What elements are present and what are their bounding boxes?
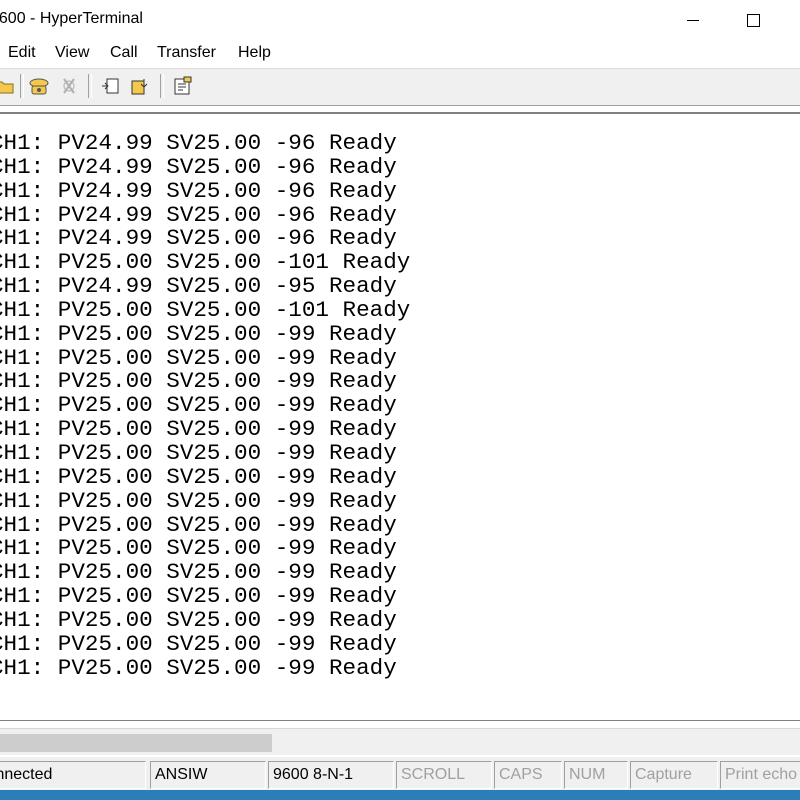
phone-connect-icon[interactable] <box>28 75 50 97</box>
maximize-icon <box>746 13 760 27</box>
terminal-line: CH1: PV25.00 SV25.00 -99 Ready <box>0 344 397 371</box>
status-caps: CAPS <box>494 761 562 789</box>
status-capture: Capture <box>630 761 718 789</box>
disconnect-icon[interactable] <box>58 75 80 97</box>
receive-icon[interactable] <box>130 75 152 97</box>
status-emulation: ANSIW <box>150 761 266 789</box>
status-port-settings: 9600 8-N-1 <box>268 761 394 789</box>
terminal-line: CH1: PV25.00 SV25.00 -99 Ready <box>0 320 397 347</box>
send-icon[interactable] <box>100 75 122 97</box>
menu-help[interactable]: Help <box>238 44 271 62</box>
terminal-line: CH1: PV25.00 SV25.00 -99 Ready <box>0 439 397 466</box>
terminal-line: CH1: PV25.00 SV25.00 -99 Ready <box>0 392 397 419</box>
terminal-line: CH1: PV24.99 SV25.00 -95 Ready <box>0 273 397 300</box>
terminal-line: CH1: PV25.00 SV25.00 -99 Ready <box>0 630 397 657</box>
terminal-line: CH1: PV25.00 SV25.00 -99 Ready <box>0 583 397 610</box>
terminal-line: CH1: PV25.00 SV25.00 -101 Ready <box>0 296 411 323</box>
scrollbar-thumb[interactable] <box>0 734 272 752</box>
terminal-line: CH1: PV25.00 SV25.00 -99 Ready <box>0 559 397 586</box>
status-print-echo: Print echo <box>720 761 800 789</box>
terminal-line: CH1: PV24.99 SV25.00 -96 Ready <box>0 201 397 228</box>
properties-icon[interactable] <box>172 75 194 97</box>
terminal-line: CH1: PV25.00 SV25.00 -99 Ready <box>0 416 397 443</box>
terminal-line: CH1: PV25.00 SV25.00 -99 Ready <box>0 463 397 490</box>
menu-transfer[interactable]: Transfer <box>157 44 216 62</box>
terminal-output: CH1: PV24.99 SV25.00 -96 Ready CH1: PV24.… <box>0 130 411 681</box>
status-scroll: SCROLL <box>396 761 492 789</box>
terminal-line: CH1: PV24.99 SV25.00 -96 Ready <box>0 153 397 180</box>
terminal-line: CH1: PV25.00 SV25.00 -99 Ready <box>0 368 397 395</box>
minimize-button[interactable] <box>664 0 722 40</box>
minimize-icon <box>687 19 699 21</box>
status-bar: Connected ANSIW 9600 8-N-1 SCROLL CAPS N… <box>0 756 800 791</box>
menu-bar: Edit View Call Transfer Help <box>0 42 800 68</box>
terminal-line: CH1: PV25.00 SV25.00 -99 Ready <box>0 511 397 538</box>
terminal-line: CH1: PV24.99 SV25.00 -96 Ready <box>0 130 397 156</box>
terminal-line: CH1: PV24.99 SV25.00 -96 Ready <box>0 225 397 252</box>
terminal-line: CH1: PV25.00 SV25.00 -99 Ready <box>0 606 397 633</box>
status-connection: Connected <box>0 761 146 789</box>
toolbar <box>0 68 800 106</box>
terminal-line: CH1: PV25.00 SV25.00 -99 Ready <box>0 535 397 562</box>
menu-edit[interactable]: Edit <box>8 44 36 62</box>
horizontal-scrollbar[interactable] <box>0 728 800 755</box>
title-bar: 9600 - HyperTerminal <box>0 0 800 42</box>
terminal-area[interactable]: CH1: PV24.99 SV25.00 -96 Ready CH1: PV24.… <box>0 112 800 721</box>
terminal-line: CH1: PV25.00 SV25.00 -99 Ready <box>0 654 397 681</box>
menu-call[interactable]: Call <box>110 44 138 62</box>
terminal-line: CH1: PV25.00 SV25.00 -99 Ready <box>0 487 397 514</box>
terminal-line: CH1: PV25.00 SV25.00 -101 Ready <box>0 249 411 276</box>
status-num: NUM <box>564 761 628 789</box>
terminal-line: CH1: PV24.99 SV25.00 -96 Ready <box>0 177 397 204</box>
taskbar-edge <box>0 790 800 800</box>
window-title: 9600 - HyperTerminal <box>0 10 143 27</box>
maximize-button[interactable] <box>724 0 782 40</box>
menu-view[interactable]: View <box>55 44 89 62</box>
open-icon[interactable] <box>0 75 16 97</box>
